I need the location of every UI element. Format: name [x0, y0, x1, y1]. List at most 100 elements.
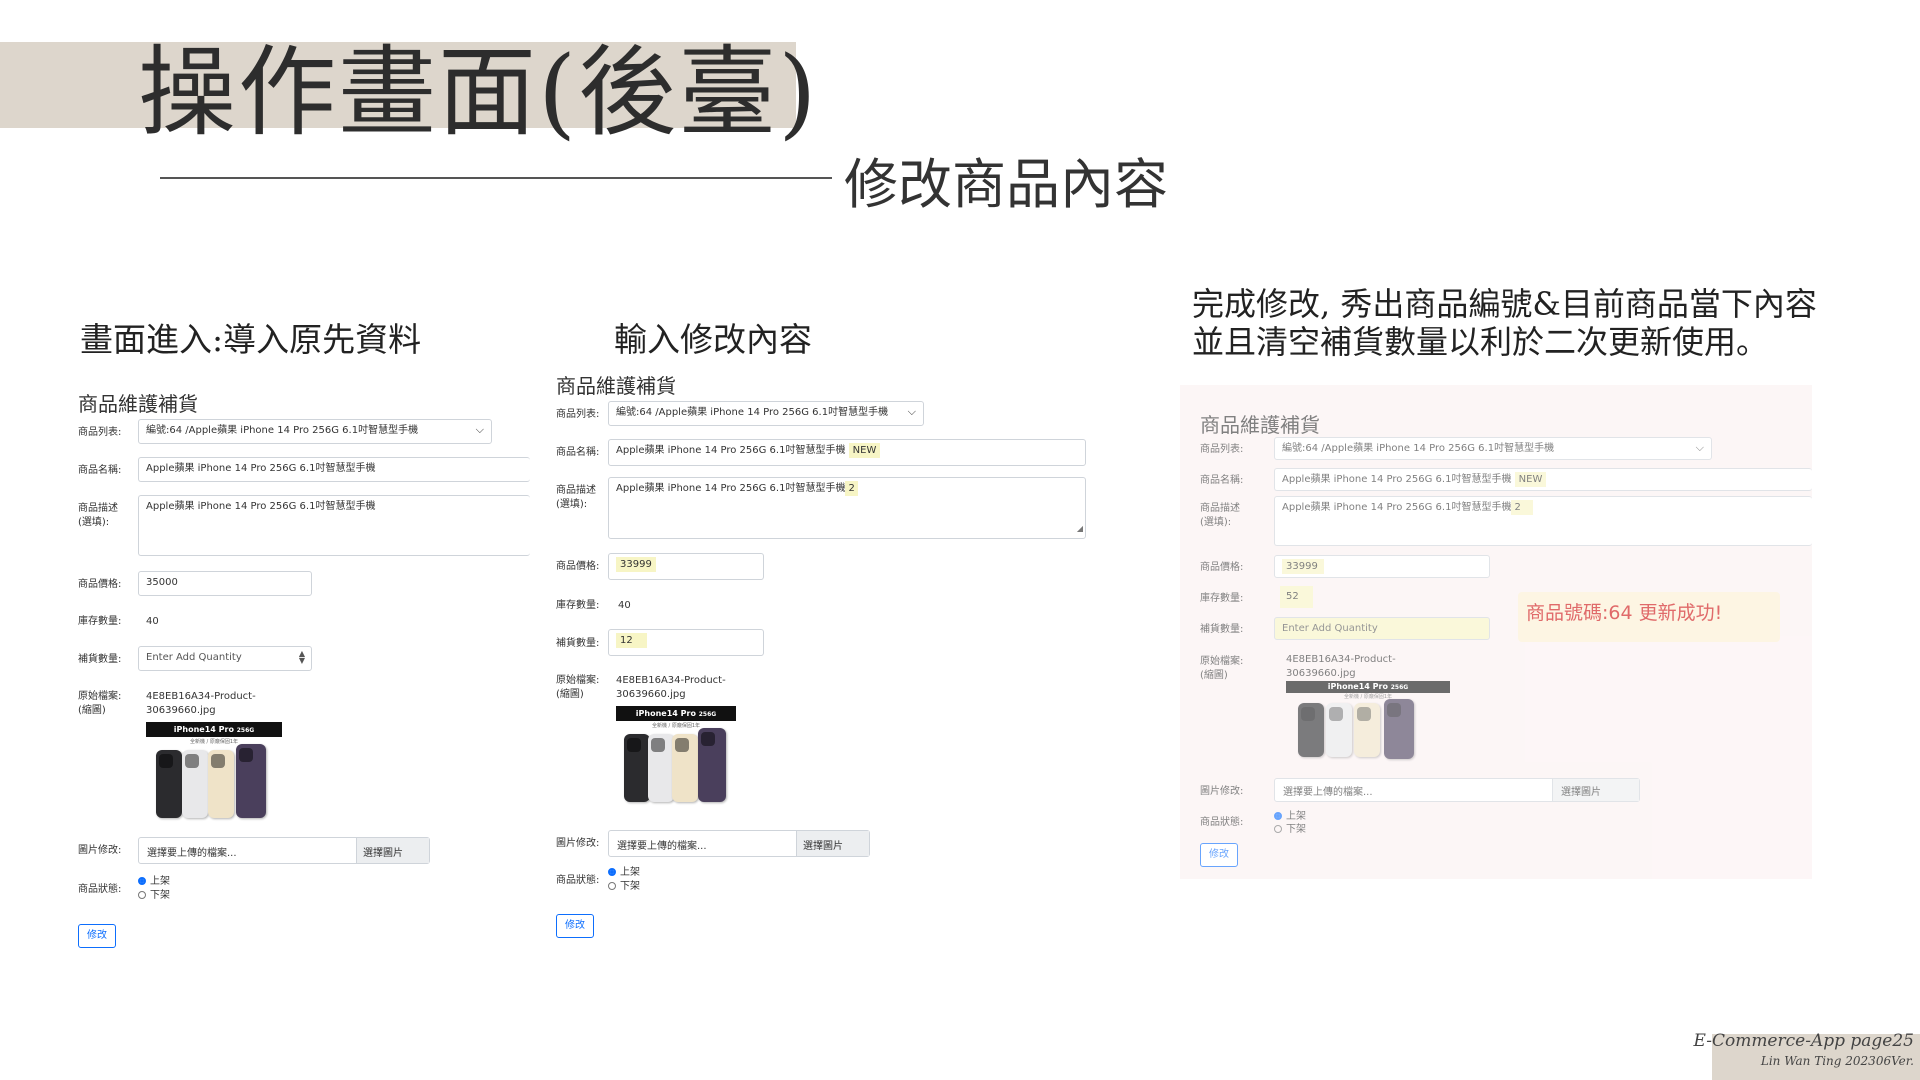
submit-button[interactable]: 修改	[78, 924, 116, 948]
form-heading: 商品維護補貨	[78, 392, 198, 416]
phone-silver-image	[182, 750, 208, 818]
submit-button[interactable]: 修改	[1200, 843, 1238, 867]
price-input[interactable]: 33999	[608, 553, 764, 580]
label-orig-file-line1: 原始檔案:	[1200, 656, 1244, 667]
label-product-desc-line1: 商品描述	[78, 503, 118, 514]
label-orig-file-line2: (縮圖)	[1200, 670, 1228, 681]
product-name-value: Apple蘋果 iPhone 14 Pro 256G 6.1吋智慧型手機	[1282, 474, 1512, 485]
label-product-desc-line1: 商品描述	[1200, 503, 1240, 514]
thumbnail-banner: iPhone14 Pro 256G	[616, 706, 736, 721]
phone-gold-image	[672, 734, 698, 802]
product-desc-value: Apple蘋果 iPhone 14 Pro 256G 6.1吋智慧型手機	[146, 501, 376, 512]
submit-button[interactable]: 修改	[556, 914, 594, 938]
resize-handle-icon[interactable]: ◢	[1077, 522, 1083, 536]
caption-panel3: 完成修改, 秀出商品編號&目前商品當下內容 並且清空補貨數量以利於二次更新使用。	[1192, 285, 1817, 361]
radio-off-icon	[1274, 825, 1282, 833]
label-stock: 庫存數量:	[78, 616, 122, 627]
footer-line2: Lin Wan Ting 202306Ver.	[1760, 1054, 1914, 1068]
footer: E-Commerce-App page25 Lin Wan Ting 20230…	[1693, 1030, 1914, 1070]
radio-unlisted[interactable]: 下架	[138, 889, 170, 902]
product-name-value: Apple蘋果 iPhone 14 Pro 256G 6.1吋智慧型手機	[146, 463, 376, 474]
label-status: 商品狀態:	[1200, 817, 1244, 828]
label-price: 商品價格:	[556, 561, 600, 572]
label-product-list: 商品列表:	[556, 409, 600, 420]
orig-filename-line2: 30639660.jpg	[1286, 668, 1356, 679]
price-input[interactable]: 33999	[1274, 555, 1490, 578]
radio-on-icon	[608, 868, 616, 876]
choose-image-button[interactable]: 選擇圖片	[1552, 779, 1639, 801]
label-stock: 庫存數量:	[1200, 593, 1244, 604]
radio-on-icon	[138, 877, 146, 885]
label-status: 商品狀態:	[556, 875, 600, 886]
phone-purple-image	[1384, 699, 1414, 759]
phone-purple-image	[698, 728, 726, 802]
product-select-value: 編號:64 /Apple蘋果 iPhone 14 Pro 256G 6.1吋智慧…	[1282, 443, 1555, 454]
product-desc-value: Apple蘋果 iPhone 14 Pro 256G 6.1吋智慧型手機	[616, 483, 846, 494]
label-orig-file-line2: (縮圖)	[556, 689, 584, 700]
stepper-icon[interactable]: ▲ ▼	[299, 650, 305, 665]
image-file-input[interactable]: 選擇要上傳的檔案... 選擇圖片	[1274, 778, 1640, 802]
radio-unlisted[interactable]: 下架	[1274, 823, 1306, 836]
caption-panel3-line1: 完成修改, 秀出商品編號&目前商品當下內容	[1192, 285, 1817, 323]
label-orig-file: 原始檔案: (縮圖)	[1200, 655, 1243, 683]
price-input[interactable]: 35000	[138, 571, 312, 596]
stock-value: 40	[146, 616, 159, 627]
product-name-input[interactable]: Apple蘋果 iPhone 14 Pro 256G 6.1吋智慧型手機 NEW	[1274, 468, 1812, 491]
slide-title: 操作畫面(後臺)	[138, 36, 819, 150]
product-desc-value: Apple蘋果 iPhone 14 Pro 256G 6.1吋智慧型手機	[1282, 502, 1512, 513]
radio-listed[interactable]: 上架	[138, 875, 170, 888]
product-desc-textarea[interactable]: Apple蘋果 iPhone 14 Pro 256G 6.1吋智慧型手機 2 ◢	[608, 477, 1086, 539]
product-name-input[interactable]: Apple蘋果 iPhone 14 Pro 256G 6.1吋智慧型手機 NEW	[608, 439, 1086, 466]
stock-value: 52	[1280, 586, 1313, 608]
radio-listed[interactable]: 上架	[608, 866, 640, 879]
label-image-edit: 圖片修改:	[78, 845, 122, 856]
radio-listed[interactable]: 上架	[1274, 810, 1306, 823]
product-select[interactable]: 編號:64 /Apple蘋果 iPhone 14 Pro 256G 6.1吋智慧…	[608, 401, 924, 426]
label-product-name: 商品名稱:	[556, 447, 600, 458]
image-file-input[interactable]: 選擇要上傳的檔案... 選擇圖片	[608, 830, 870, 857]
product-thumbnail: iPhone14 Pro 256G 全新機 / 原廠保固1年	[146, 722, 282, 834]
product-desc-textarea[interactable]: Apple蘋果 iPhone 14 Pro 256G 6.1吋智慧型手機	[138, 495, 530, 556]
caption-panel3-line2: 並且清空補貨數量以利於二次更新使用。	[1192, 323, 1769, 361]
radio-off-icon	[608, 882, 616, 890]
product-desc-textarea[interactable]: Apple蘋果 iPhone 14 Pro 256G 6.1吋智慧型手機 2	[1274, 496, 1812, 546]
product-select[interactable]: 編號:64 /Apple蘋果 iPhone 14 Pro 256G 6.1吋智慧…	[138, 419, 492, 444]
label-product-desc-line2: (選填):	[556, 499, 588, 510]
orig-filename-line2: 30639660.jpg	[616, 689, 686, 700]
thumbnail-banner: iPhone14 Pro 256G	[1286, 681, 1450, 693]
image-file-input[interactable]: 選擇要上傳的檔案... 選擇圖片	[138, 837, 430, 864]
file-placeholder: 選擇要上傳的檔案...	[617, 841, 707, 852]
restock-input[interactable]: Enter Add Quantity ▲ ▼	[138, 646, 312, 671]
label-orig-file: 原始檔案: (縮圖)	[78, 690, 121, 718]
chevron-down-icon: ⌵	[907, 405, 916, 418]
caption-panel1: 畫面進入:導入原先資料	[80, 320, 422, 359]
orig-filename-line1: 4E8EB16A34-Product-	[146, 691, 256, 702]
phone-black-image	[624, 734, 650, 802]
product-select[interactable]: 編號:64 /Apple蘋果 iPhone 14 Pro 256G 6.1吋智慧…	[1274, 437, 1712, 460]
radio-unlisted[interactable]: 下架	[608, 880, 640, 893]
label-status: 商品狀態:	[78, 884, 122, 895]
chevron-down-icon: ⌵	[1695, 441, 1704, 454]
label-product-desc-line2: (選填):	[78, 517, 110, 528]
label-product-desc: 商品描述 (選填):	[1200, 502, 1240, 530]
thumbnail-subtext: 全新機 / 原廠保固1年	[1343, 694, 1393, 700]
slide-subtitle: 修改商品內容	[844, 153, 1168, 216]
phone-gold-image	[1354, 703, 1380, 757]
phone-gold-image	[208, 750, 234, 818]
product-desc-added: 2	[1511, 500, 1533, 515]
label-product-desc: 商品描述 (選填):	[78, 502, 118, 530]
form-heading: 商品維護補貨	[1200, 413, 1320, 437]
product-name-value: Apple蘋果 iPhone 14 Pro 256G 6.1吋智慧型手機	[616, 445, 846, 456]
restock-value: 12	[616, 633, 647, 648]
form-panel-original: 商品維護補貨 商品列表: 編號:64 /Apple蘋果 iPhone 14 Pr…	[78, 388, 530, 958]
choose-image-button[interactable]: 選擇圖片	[356, 838, 429, 863]
restock-input[interactable]: 12	[608, 629, 764, 656]
form-heading: 商品維護補貨	[556, 374, 676, 398]
product-name-input[interactable]: Apple蘋果 iPhone 14 Pro 256G 6.1吋智慧型手機	[138, 457, 530, 482]
phone-black-image	[156, 750, 182, 818]
choose-image-button[interactable]: 選擇圖片	[796, 831, 869, 856]
orig-filename: 4E8EB16A34-Product- 30639660.jpg	[616, 674, 726, 702]
restock-input[interactable]: Enter Add Quantity	[1274, 617, 1490, 640]
product-select-value: 編號:64 /Apple蘋果 iPhone 14 Pro 256G 6.1吋智慧…	[616, 407, 889, 418]
radio-on-icon	[1274, 812, 1282, 820]
